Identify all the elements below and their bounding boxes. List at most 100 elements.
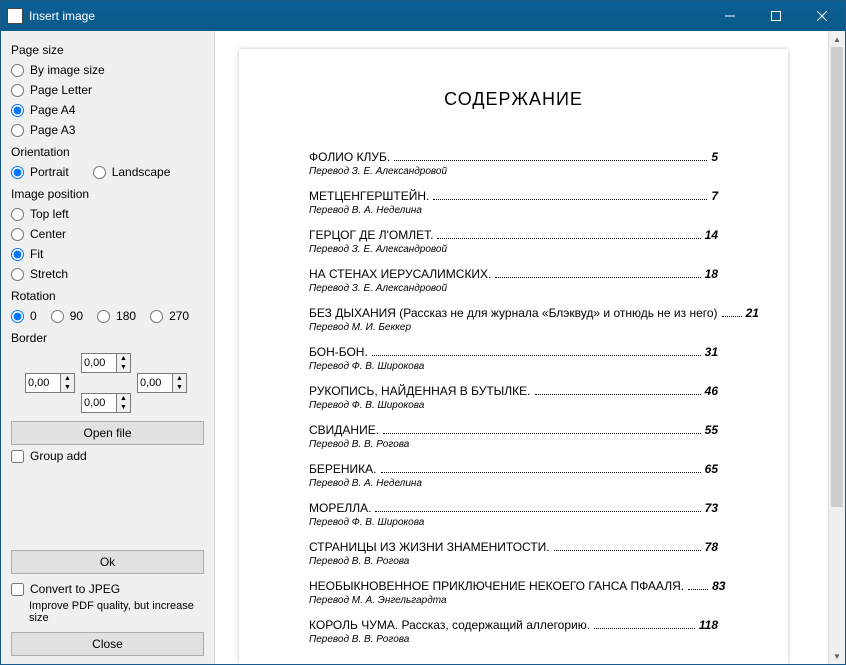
toc-page: 118 bbox=[699, 618, 718, 632]
toc-dots bbox=[722, 316, 742, 317]
convert-jpeg-checkbox[interactable]: Convert to JPEG bbox=[11, 582, 204, 596]
toc-entry: НЕОБЫКНОВЕННОЕ ПРИКЛЮЧЕНИЕ НЕКОЕГО ГАНСА… bbox=[309, 579, 718, 606]
toc-entry: БЕРЕНИКА. 65 Перевод В. А. Неделина bbox=[309, 462, 718, 489]
border-label: Border bbox=[11, 331, 204, 345]
toc-list: ФОЛИО КЛУБ.5Перевод З. Е. Александровой М… bbox=[309, 150, 718, 645]
radio-top-left[interactable]: Top left bbox=[11, 207, 204, 221]
toc-page: 55 bbox=[705, 423, 718, 437]
preview-area: СОДЕРЖАНИЕ ФОЛИО КЛУБ.5Перевод З. Е. Але… bbox=[215, 31, 845, 664]
app-icon bbox=[7, 8, 23, 24]
toc-name: МОРЕЛЛА. bbox=[309, 501, 371, 515]
close-button[interactable] bbox=[799, 1, 845, 31]
toc-entry: БОН-БОН.31Перевод Ф. В. Широкова bbox=[309, 345, 718, 372]
toc-entry: РУКОПИСЬ, НАЙДЕННАЯ В БУТЫЛКЕ. 46 Перевод … bbox=[309, 384, 718, 411]
toc-entry: КОРОЛЬ ЧУМА. Рассказ, содержащий аллегор… bbox=[309, 618, 718, 645]
toc-name: ГЕРЦОГ ДЕ Л'ОМЛЕТ. bbox=[309, 228, 433, 242]
radio-portrait[interactable]: Portrait bbox=[11, 165, 69, 179]
maximize-button[interactable] bbox=[753, 1, 799, 31]
toc-dots bbox=[437, 238, 700, 239]
toc-page: 18 bbox=[705, 267, 718, 281]
toc-name: ФОЛИО КЛУБ. bbox=[309, 150, 390, 164]
toc-page: 73 bbox=[705, 501, 718, 515]
spin-down-icon[interactable]: ▼ bbox=[117, 403, 130, 412]
toc-page: 78 bbox=[705, 540, 718, 554]
vertical-scrollbar[interactable]: ▲ ▼ bbox=[828, 31, 845, 664]
toc-dots bbox=[554, 550, 701, 551]
radio-rot-0[interactable]: 0 bbox=[11, 309, 37, 323]
toc-translator: Перевод В. В. Рогова bbox=[309, 556, 718, 567]
toc-dots bbox=[375, 511, 700, 512]
scroll-up-icon[interactable]: ▲ bbox=[829, 31, 845, 47]
border-grid: ▲▼ ▲▼ ▲▼ ▲▼ bbox=[11, 353, 204, 413]
scroll-thumb[interactable] bbox=[831, 47, 843, 507]
sidebar: Page size By image size Page Letter Page… bbox=[1, 31, 215, 664]
toc-name: РУКОПИСЬ, НАЙДЕННАЯ В БУТЫЛКЕ. bbox=[309, 384, 531, 398]
toc-name: СВИДАНИЕ. bbox=[309, 423, 379, 437]
toc-name: БЕРЕНИКА. bbox=[309, 462, 377, 476]
toc-title: СОДЕРЖАНИЕ bbox=[309, 89, 718, 110]
toc-translator: Перевод З. Е. Александровой bbox=[309, 166, 718, 177]
toc-translator: Перевод В. В. Рогова bbox=[309, 439, 718, 450]
toc-entry: СТРАНИЦЫ ИЗ ЖИЗНИ ЗНАМЕНИТОСТИ.78Перевод… bbox=[309, 540, 718, 567]
spin-up-icon[interactable]: ▲ bbox=[117, 354, 130, 363]
toc-name: НЕОБЫКНОВЕННОЕ ПРИКЛЮЧЕНИЕ НЕКОЕГО ГАНСА… bbox=[309, 579, 684, 593]
radio-landscape[interactable]: Landscape bbox=[93, 165, 171, 179]
border-top-input[interactable]: ▲▼ bbox=[81, 353, 131, 373]
page-size-label: Page size bbox=[11, 43, 204, 57]
radio-fit[interactable]: Fit bbox=[11, 247, 204, 261]
toc-page: 83 bbox=[712, 579, 725, 593]
window: Insert image Page size By image size Pag… bbox=[0, 0, 846, 665]
toc-page: 65 bbox=[705, 462, 718, 476]
ok-button[interactable]: Ok bbox=[11, 550, 204, 574]
minimize-button[interactable] bbox=[707, 1, 753, 31]
toc-entry: ГЕРЦОГ ДЕ Л'ОМЛЕТ.14Перевод З. Е. Алекса… bbox=[309, 228, 718, 255]
border-bottom-input[interactable]: ▲▼ bbox=[81, 393, 131, 413]
open-file-button[interactable]: Open file bbox=[11, 421, 204, 445]
toc-translator: Перевод М. А. Энгельгардта bbox=[309, 595, 718, 606]
radio-by-image-size[interactable]: By image size bbox=[11, 63, 204, 77]
radio-rot-90[interactable]: 90 bbox=[51, 309, 83, 323]
close-button-bottom[interactable]: Close bbox=[11, 632, 204, 656]
radio-page-a3[interactable]: Page A3 bbox=[11, 123, 204, 137]
toc-entry: СВИДАНИЕ. 55 Перевод В. В. Рогова bbox=[309, 423, 718, 450]
radio-rot-180[interactable]: 180 bbox=[97, 309, 136, 323]
toc-translator: Перевод В. А. Неделина bbox=[309, 478, 718, 489]
toc-page: 31 bbox=[705, 345, 718, 359]
toc-entry: НА СТЕНАХ ИЕРУСАЛИМСКИХ.18Перевод З. Е. … bbox=[309, 267, 718, 294]
toc-page: 46 bbox=[705, 384, 718, 398]
spin-down-icon[interactable]: ▼ bbox=[117, 363, 130, 372]
toc-entry: ФОЛИО КЛУБ.5Перевод З. Е. Александровой bbox=[309, 150, 718, 177]
toc-translator: Перевод Ф. В. Широкова bbox=[309, 400, 718, 411]
spin-up-icon[interactable]: ▲ bbox=[173, 374, 186, 383]
radio-page-letter[interactable]: Page Letter bbox=[11, 83, 204, 97]
toc-translator: Перевод З. Е. Александровой bbox=[309, 244, 718, 255]
toc-dots bbox=[688, 589, 708, 590]
spin-up-icon[interactable]: ▲ bbox=[117, 394, 130, 403]
radio-stretch[interactable]: Stretch bbox=[11, 267, 204, 281]
image-position-label: Image position bbox=[11, 187, 204, 201]
titlebar: Insert image bbox=[1, 1, 845, 31]
toc-translator: Перевод В. А. Неделина bbox=[309, 205, 718, 216]
rotation-label: Rotation bbox=[11, 289, 204, 303]
toc-name: БОН-БОН. bbox=[309, 345, 368, 359]
orientation-label: Orientation bbox=[11, 145, 204, 159]
toc-name: НА СТЕНАХ ИЕРУСАЛИМСКИХ. bbox=[309, 267, 491, 281]
border-left-input[interactable]: ▲▼ bbox=[25, 373, 75, 393]
toc-entry: МОРЕЛЛА.73Перевод Ф. В. Широкова bbox=[309, 501, 718, 528]
scroll-down-icon[interactable]: ▼ bbox=[829, 648, 845, 664]
border-right-input[interactable]: ▲▼ bbox=[137, 373, 187, 393]
spin-down-icon[interactable]: ▼ bbox=[61, 383, 74, 392]
toc-dots bbox=[535, 394, 701, 395]
spin-down-icon[interactable]: ▼ bbox=[173, 383, 186, 392]
toc-entry: БЕЗ ДЫХАНИЯ (Рассказ не для журнала «Блэ… bbox=[309, 306, 718, 333]
toc-dots bbox=[594, 628, 695, 629]
page-preview: СОДЕРЖАНИЕ ФОЛИО КЛУБ.5Перевод З. Е. Але… bbox=[239, 49, 788, 664]
spin-up-icon[interactable]: ▲ bbox=[61, 374, 74, 383]
radio-center[interactable]: Center bbox=[11, 227, 204, 241]
toc-translator: Перевод М. И. Беккер bbox=[309, 322, 718, 333]
radio-rot-270[interactable]: 270 bbox=[150, 309, 189, 323]
group-add-checkbox[interactable]: Group add bbox=[11, 449, 204, 463]
convert-hint: Improve PDF quality, but increase size bbox=[29, 600, 204, 624]
toc-page: 7 bbox=[711, 189, 718, 203]
radio-page-a4[interactable]: Page A4 bbox=[11, 103, 204, 117]
